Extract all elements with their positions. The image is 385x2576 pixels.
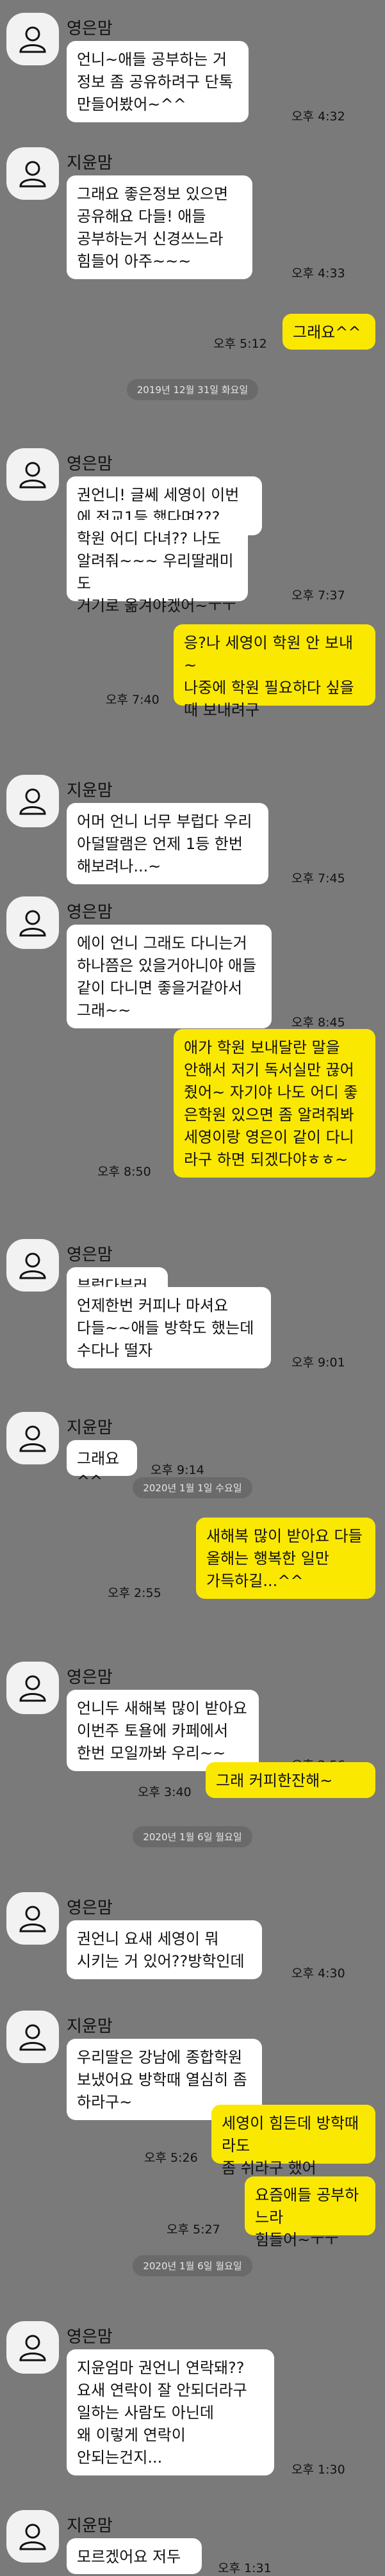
message-bubble[interactable]: 그래요^^ bbox=[67, 1440, 137, 1490]
message-time: 오후 7:40 bbox=[106, 693, 160, 707]
date-label: 2020년 1월 6일 월요일 bbox=[133, 2255, 252, 2276]
sender-name: 지윤맘 bbox=[67, 1418, 113, 1438]
person-icon bbox=[19, 2523, 46, 2550]
avatar[interactable] bbox=[6, 1892, 59, 1945]
sender-name: 영은맘 bbox=[67, 1899, 113, 1918]
avatar[interactable] bbox=[6, 896, 59, 949]
person-icon bbox=[19, 1425, 46, 1452]
message-bubble[interactable]: 언니두 새해복 많이 받아요 이번주 토욜에 카페에서 한번 모일까봐 우리~~ bbox=[67, 1690, 259, 1771]
message-time: 오후 4:32 bbox=[291, 109, 345, 124]
avatar[interactable] bbox=[6, 2011, 59, 2063]
sender-name: 영은맘 bbox=[67, 1668, 113, 1687]
message-bubble[interactable]: 애가 학원 보내달란 말을 안해서 저기 독서실만 끊어 줬어~ 자기야 나도 … bbox=[174, 1029, 375, 1178]
chat-area[interactable]: 영은맘 언니~애들 공부하는 거 정보 좀 공유하려구 단톡 만들어봤어~^^ 오후… bbox=[0, 0, 385, 2575]
avatar[interactable] bbox=[6, 147, 59, 200]
message-bubble[interactable]: 그래요 좋은정보 있으면 공유해요 다들! 애들 공부하는거 신경쓰느라 힘들어… bbox=[67, 175, 252, 279]
person-icon bbox=[19, 2024, 46, 2051]
sender-name: 영은맘 bbox=[67, 1245, 113, 1265]
message-bubble[interactable]: 모르겠어요 저두 bbox=[67, 2538, 202, 2574]
person-icon bbox=[19, 788, 46, 815]
message-time: 오후 5:27 bbox=[167, 2223, 220, 2237]
avatar[interactable] bbox=[6, 2321, 59, 2374]
message-bubble[interactable]: 그래요^^ bbox=[283, 314, 375, 350]
message-time: 오후 7:37 bbox=[291, 588, 345, 603]
message-bubble[interactable]: 언니~애들 공부하는 거 정보 좀 공유하려구 단톡 만들어봤어~^^ bbox=[67, 41, 249, 122]
person-icon bbox=[19, 1252, 46, 1279]
message-time: 오후 3:40 bbox=[138, 1785, 192, 1799]
date-separator: 2020년 1월 6일 월요일 bbox=[0, 1825, 385, 1848]
avatar[interactable] bbox=[6, 13, 59, 65]
message-time: 오후 1:30 bbox=[291, 2463, 345, 2477]
message-bubble[interactable]: 권언니 요새 세영이 뭐 시키는 거 있어??방학인데 bbox=[67, 1920, 262, 1979]
message-time: 오후 5:26 bbox=[144, 2151, 198, 2165]
person-icon bbox=[19, 161, 46, 188]
message-time: 오후 8:50 bbox=[97, 1165, 151, 1179]
sender-name: 지윤맘 bbox=[67, 781, 113, 800]
message-time: 오후 5:12 bbox=[213, 337, 267, 351]
message-bubble[interactable]: 언제한번 커피나 마셔요 다들~~애들 방학도 했는데 수다나 떨자 bbox=[67, 1287, 271, 1368]
sender-name: 지윤맘 bbox=[67, 2017, 113, 2036]
avatar[interactable] bbox=[6, 1662, 59, 1714]
avatar[interactable] bbox=[6, 2510, 59, 2563]
person-icon bbox=[19, 2335, 46, 2361]
date-separator: 2020년 1월 1일 수요일 bbox=[0, 1476, 385, 1499]
message-bubble[interactable]: 새해복 많이 받아요 다들 올해는 행복한 일만 가득하길...^^ bbox=[196, 1518, 375, 1599]
message-bubble[interactable]: 학원 어디 다녀?? 나도 알려줘~~~ 우리딸래미도 거기로 옮겨야겠어~ㅜㅜ bbox=[67, 520, 248, 615]
avatar[interactable] bbox=[6, 775, 59, 827]
avatar[interactable] bbox=[6, 1412, 59, 1464]
message-bubble[interactable]: 요즘애들 공부하느라 힘들어~ㅜㅜ bbox=[245, 2176, 375, 2249]
sender-name: 영은맘 bbox=[67, 2328, 113, 2347]
message-time: 오후 4:30 bbox=[291, 1966, 345, 1981]
message-time: 오후 1:31 bbox=[218, 2561, 272, 2575]
date-label: 2020년 1월 6일 월요일 bbox=[133, 1826, 252, 1847]
message-bubble[interactable]: 에이 언니 그래도 다니는거 하나쯤은 있을거아니야 애들 같이 다니면 좋을거… bbox=[67, 925, 272, 1028]
sender-name: 지윤맘 bbox=[67, 154, 113, 173]
message-bubble[interactable]: 지윤엄마 권언니 연락돼?? 요새 연락이 잘 안되더라구 일하는 사람도 아닌… bbox=[67, 2349, 274, 2475]
person-icon bbox=[19, 462, 46, 489]
date-label: 2019년 12월 31일 화요일 bbox=[126, 378, 259, 400]
message-time: 오후 4:33 bbox=[291, 266, 345, 280]
sender-name: 영은맘 bbox=[67, 455, 113, 474]
message-time: 오후 7:45 bbox=[291, 871, 345, 886]
person-icon bbox=[19, 910, 46, 937]
sender-name: 영은맘 bbox=[67, 903, 113, 922]
person-icon bbox=[19, 1906, 46, 1932]
person-icon bbox=[19, 26, 46, 53]
person-icon bbox=[19, 1675, 46, 1702]
message-bubble[interactable]: 세영이 힘든데 방학때라도 좀 쉬라구 했어 bbox=[211, 2105, 375, 2177]
message-bubble[interactable]: 응?나 세영이 학원 안 보내~ 나중에 학원 필요하다 싶을 때 보내려구 bbox=[174, 624, 375, 719]
avatar[interactable] bbox=[6, 448, 59, 501]
avatar[interactable] bbox=[6, 1239, 59, 1292]
sender-name: 지윤맘 bbox=[67, 2516, 113, 2536]
sender-name: 영은맘 bbox=[67, 19, 113, 38]
message-time: 오후 9:14 bbox=[151, 1463, 204, 1477]
date-separator: 2019년 12월 31일 화요일 bbox=[0, 378, 385, 401]
date-separator: 2020년 1월 6일 월요일 bbox=[0, 2254, 385, 2277]
message-time: 오후 2:55 bbox=[108, 1586, 161, 1600]
message-bubble[interactable]: 어머 언니 너무 부럽다 우리 아덜딸램은 언제 1등 한번 해보려나...~ bbox=[67, 803, 268, 884]
date-label: 2020년 1월 1일 수요일 bbox=[133, 1477, 252, 1498]
message-time: 오후 8:45 bbox=[291, 1016, 345, 1030]
message-bubble[interactable]: 그래 커피한잔해~ bbox=[206, 1762, 375, 1798]
message-time: 오후 9:01 bbox=[291, 1356, 345, 1370]
